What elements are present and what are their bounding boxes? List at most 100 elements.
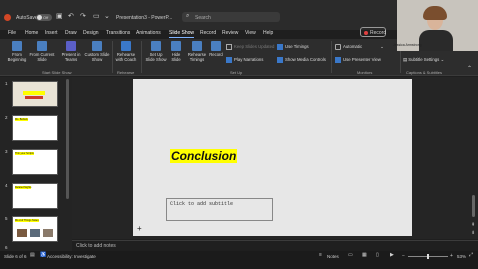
monitor-select[interactable]: Automatic ⌄: [335, 44, 384, 50]
notes-placeholder: Click to add notes: [76, 243, 116, 249]
menu-slide-show[interactable]: Slide Show: [169, 30, 195, 38]
coach-icon: [121, 41, 131, 51]
set-up-slide-show-button[interactable]: Set Up Slide Show: [145, 41, 167, 62]
accessibility-status[interactable]: Accessibility: Investigate: [47, 254, 96, 259]
monitor-icon: [335, 44, 341, 50]
use-presenter-view-check[interactable]: Use Presenter View: [335, 57, 381, 63]
spellcheck-icon[interactable]: ▤: [30, 253, 35, 258]
thumbnail-scrollbar[interactable]: [66, 79, 69, 199]
slide-title[interactable]: Conclusion: [170, 149, 238, 163]
from-beginning-button[interactable]: From Beginning: [6, 41, 28, 62]
menu-bar: File Home Insert Draw Design Transitions…: [0, 30, 395, 39]
slide-scrollbar[interactable]: [472, 195, 475, 217]
play-narrations-check[interactable]: Play Narrations: [226, 57, 263, 63]
slide-thumbnail-5[interactable]: Ms.d.of Things Notes: [12, 216, 58, 242]
menu-home[interactable]: Home: [25, 30, 38, 36]
slide-number: 5: [5, 216, 8, 221]
slide-number: 6: [5, 245, 8, 250]
search-box[interactable]: ⌕ Search: [182, 12, 280, 22]
next-slide-icon[interactable]: ⇟: [471, 230, 475, 236]
thumb-image: [30, 229, 40, 237]
menu-insert[interactable]: Insert: [45, 30, 58, 36]
accessibility-icon[interactable]: ♿: [40, 253, 46, 258]
record-ribbon-button[interactable]: Record: [208, 41, 224, 57]
checkbox-icon: [226, 57, 232, 63]
menu-transitions[interactable]: Transitions: [106, 30, 130, 36]
autosave-toggle[interactable]: Off: [36, 14, 52, 21]
previous-slide-icon[interactable]: ⇞: [471, 222, 475, 228]
notes-toggle[interactable]: Notes: [327, 254, 339, 259]
menu-draw[interactable]: Draw: [65, 30, 77, 36]
menu-view[interactable]: View: [245, 30, 256, 36]
hide-slide-icon: [171, 41, 181, 51]
document-title: Presentation3 - PowerP...: [116, 15, 173, 21]
record-slide-icon: [211, 41, 221, 51]
menu-record[interactable]: Record: [200, 30, 216, 36]
present-in-teams-button[interactable]: Present in Teams: [60, 41, 82, 62]
notes-pane[interactable]: Click to add notes: [72, 240, 478, 251]
zoom-level[interactable]: 53%: [457, 254, 466, 259]
checkbox-icon: [277, 44, 283, 50]
custom-show-icon: [92, 41, 102, 51]
zoom-slider-thumb[interactable]: [427, 254, 429, 259]
subtitle-settings-button[interactable]: ▤ Subtitle Settings ⌄: [403, 57, 444, 63]
autosave-label: AutoSave: [16, 15, 38, 21]
webcam-overlay: Jessica Armstrong: [393, 0, 478, 51]
undo-icon[interactable]: ↶: [68, 13, 74, 20]
slide-thumbnail-1[interactable]: [12, 81, 58, 107]
slide-thumbnail-4[interactable]: Related Nights: [12, 183, 58, 209]
rehearse-with-coach-button[interactable]: Rehearse with Coach: [114, 41, 138, 62]
notes-icon: ≡: [319, 252, 322, 258]
fit-to-window-icon[interactable]: ⤢: [469, 253, 473, 258]
from-current-slide-button[interactable]: From Current Slide: [29, 41, 55, 62]
collapse-ribbon-icon[interactable]: ⌃: [467, 66, 472, 72]
show-media-controls-check[interactable]: Show Media Controls: [277, 57, 326, 63]
hide-slide-button[interactable]: Hide Slide: [168, 41, 184, 62]
redo-icon[interactable]: ↷: [80, 13, 86, 20]
monitor-select-value: Automatic: [343, 44, 363, 50]
autosave-state: Off: [43, 14, 49, 20]
menu-design[interactable]: Design: [83, 30, 99, 36]
present-in-teams-label: Present in Teams: [61, 52, 81, 62]
slideshow-view-icon[interactable]: ▶: [390, 253, 394, 258]
thumb-image: [25, 96, 43, 99]
rehearse-timings-button[interactable]: Rehearse Timings: [186, 41, 208, 62]
slideshow-current-icon: [37, 41, 47, 51]
normal-view-icon[interactable]: ▭: [348, 253, 353, 258]
slide-thumbnail-pane: 1 2 Ms. Bullock 3 Thin your Scripts 4 Re…: [0, 77, 72, 251]
set-up-slide-show-label: Set Up Slide Show: [145, 52, 167, 62]
zoom-in-icon[interactable]: +: [450, 253, 453, 259]
subtitle-placeholder[interactable]: Click to add subtitle: [166, 198, 273, 221]
slide-thumbnail-2[interactable]: Ms. Bullock: [12, 115, 58, 141]
menu-animations[interactable]: Animations: [136, 30, 161, 36]
chevron-down-icon: ⌄: [439, 57, 445, 62]
menu-help[interactable]: Help: [263, 30, 273, 36]
hide-slide-label: Hide Slide: [171, 52, 181, 62]
menu-file[interactable]: File: [8, 30, 16, 36]
checkbox-icon: [277, 57, 283, 63]
subtitle-settings-label: Subtitle Settings: [408, 57, 440, 62]
ribbon-separator: [112, 41, 113, 73]
ribbon-separator: [331, 41, 332, 73]
slide-thumbnail-3[interactable]: Thin your Scripts: [12, 149, 58, 175]
slide-sorter-icon[interactable]: ▦: [362, 253, 367, 258]
status-bar: Slide 6 of 6 ▤ ♿ Accessibility: Investig…: [0, 251, 478, 269]
menu-review[interactable]: Review: [222, 30, 238, 36]
present-icon[interactable]: ▭: [93, 13, 100, 20]
custom-slide-show-button[interactable]: Custom Slide Show: [84, 41, 110, 62]
thumb-image: [43, 229, 53, 237]
slide-number: 4: [5, 183, 8, 188]
save-icon[interactable]: ▣: [56, 13, 63, 20]
group-set-up: Set Up: [230, 70, 243, 75]
search-placeholder: Search: [195, 14, 211, 21]
record-ribbon-label: Record: [209, 52, 223, 57]
group-captions: Captions & Subtitles: [406, 70, 443, 75]
zoom-slider[interactable]: [408, 254, 448, 259]
reading-view-icon[interactable]: ▯: [376, 253, 379, 258]
customize-toolbar-icon[interactable]: ⌄: [104, 13, 110, 20]
keep-slides-updated-check[interactable]: Keep Slides Updated: [226, 44, 274, 50]
use-timings-check[interactable]: Use Timings: [277, 44, 309, 50]
thumb-image: [17, 229, 27, 237]
thumb-title: Ms. Bullock: [15, 118, 28, 121]
zoom-out-icon[interactable]: −: [402, 253, 405, 259]
